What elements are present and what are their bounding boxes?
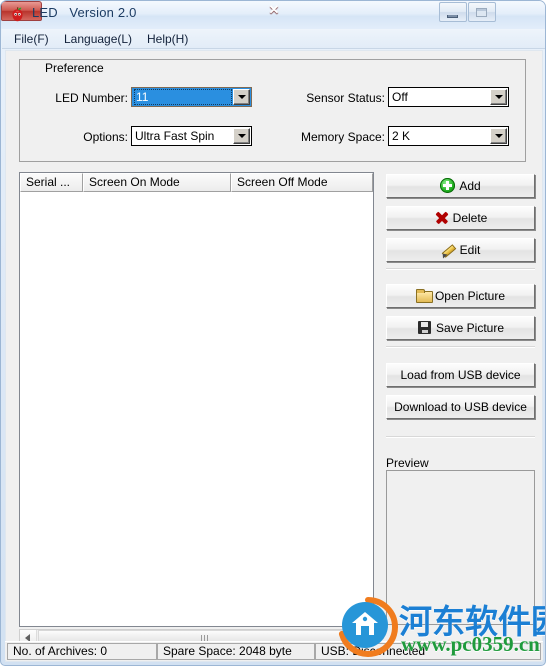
menu-item-help[interactable]: Help(H)	[143, 31, 192, 47]
status-archives-count: No. of Archives: 0	[7, 643, 157, 660]
column-header-screen-on-mode[interactable]: Screen On Mode	[83, 173, 231, 192]
delete-button-label: Delete	[452, 211, 488, 225]
open-picture-button[interactable]: Open Picture	[386, 284, 535, 308]
floppy-disk-icon	[417, 320, 432, 335]
menu-item-file[interactable]: File(F)	[10, 31, 53, 47]
pencil-icon	[441, 242, 456, 257]
folder-icon	[415, 288, 433, 303]
close-icon: ✕	[268, 2, 280, 17]
sensor-status-label: Sensor Status:	[306, 91, 385, 105]
memory-space-combo[interactable]: 2 K	[388, 126, 509, 146]
preview-panel	[386, 470, 535, 625]
status-usb-connection: USB: Disconnected	[315, 643, 541, 660]
download-to-usb-button[interactable]: Download to USB device	[386, 395, 535, 419]
status-spare-space: Spare Space: 2048 byte	[157, 643, 315, 660]
options-dropdown-button[interactable]	[233, 128, 250, 144]
open-picture-button-label: Open Picture	[434, 289, 506, 303]
listview-body[interactable]	[20, 192, 373, 626]
options-combo[interactable]: Ultra Fast Spin	[131, 126, 252, 146]
save-picture-button[interactable]: Save Picture	[386, 316, 535, 340]
sensor-status-value: Off	[392, 90, 408, 104]
x-mark-icon	[434, 210, 449, 225]
close-button[interactable]: ✕	[1, 1, 279, 21]
preference-groupbox: Preference LED Number: 11 Options: Ultra…	[19, 59, 526, 162]
edit-button-label: Edit	[459, 243, 481, 257]
sensor-status-dropdown-button[interactable]	[490, 89, 507, 105]
delete-button[interactable]: Delete	[386, 206, 535, 230]
archives-listview[interactable]: Serial ... Screen On Mode Screen Off Mod…	[19, 172, 374, 627]
plus-circle-icon	[440, 178, 456, 193]
chevron-down-icon	[494, 95, 503, 99]
add-button[interactable]: Add	[386, 174, 535, 198]
led-number-dropdown-button[interactable]	[233, 89, 250, 105]
load-from-usb-button[interactable]: Load from USB device	[386, 363, 535, 387]
led-number-combo[interactable]: 11	[131, 87, 252, 107]
button-group-separator-2	[386, 346, 535, 348]
status-bar: No. of Archives: 0 Spare Space: 2048 byt…	[5, 641, 543, 660]
save-picture-button-label: Save Picture	[435, 321, 505, 335]
chevron-down-icon	[237, 134, 246, 138]
chevron-down-icon	[494, 134, 503, 138]
button-group-separator-1	[386, 268, 535, 270]
led-number-value: 11	[134, 89, 232, 105]
preference-legend: Preference	[42, 61, 107, 75]
sensor-status-combo[interactable]: Off	[388, 87, 509, 107]
memory-space-dropdown-button[interactable]	[490, 128, 507, 144]
preview-label: Preview	[386, 456, 429, 470]
edit-button[interactable]: Edit	[386, 238, 535, 262]
client-area: Preference LED Number: 11 Options: Ultra…	[5, 50, 543, 662]
options-value: Ultra Fast Spin	[135, 129, 215, 143]
memory-space-value: 2 K	[392, 129, 411, 143]
column-header-serial[interactable]: Serial ...	[20, 173, 83, 192]
title-bar: LED Version 2.0 ✕	[1, 1, 545, 29]
chevron-down-icon	[237, 95, 246, 99]
button-group-separator-3	[386, 436, 535, 438]
led-number-label: LED Number:	[55, 91, 128, 105]
memory-space-label: Memory Space:	[300, 130, 385, 144]
menu-item-language[interactable]: Language(L)	[60, 31, 136, 47]
menu-bar: File(F) Language(L) Help(H)	[2, 29, 545, 49]
options-label: Options:	[83, 130, 128, 144]
column-header-screen-off-mode[interactable]: Screen Off Mode	[231, 173, 373, 192]
add-button-label: Add	[459, 179, 481, 193]
application-window: LED Version 2.0 ✕ File(F) Language(L) He…	[0, 0, 546, 666]
listview-header: Serial ... Screen On Mode Screen Off Mod…	[20, 173, 373, 192]
